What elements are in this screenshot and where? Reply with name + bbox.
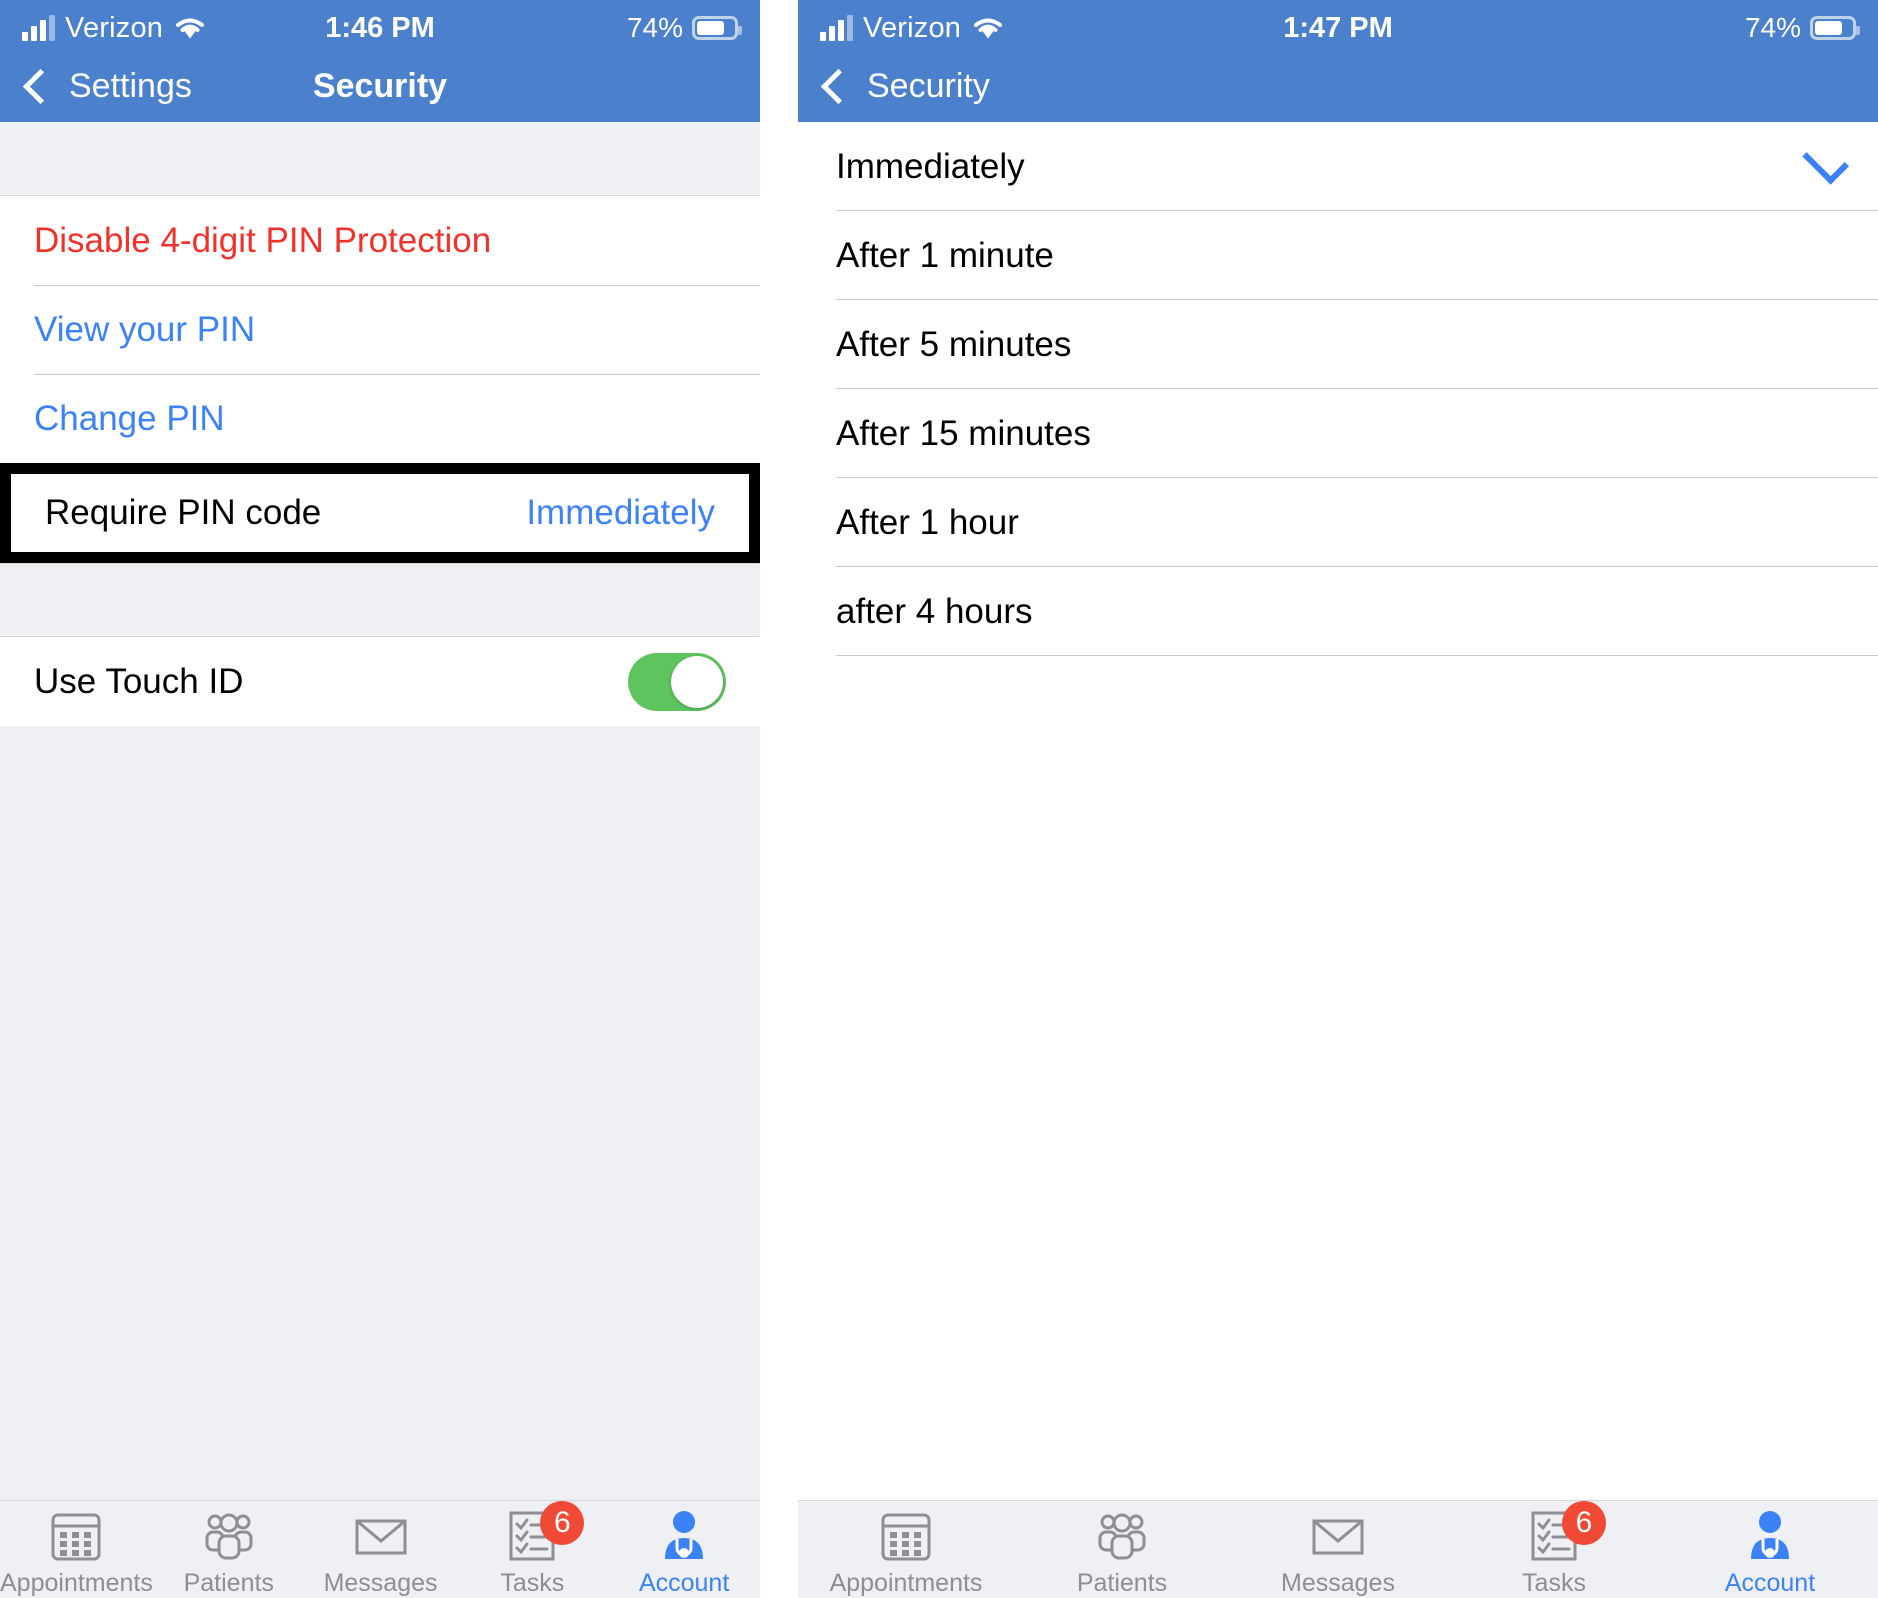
- calendar-icon: [881, 1513, 931, 1561]
- row-label: View your PIN: [34, 309, 256, 349]
- status-left-group: Verizon: [820, 12, 1005, 45]
- right-tab-bar: Appointments Patients Messages 6 Tasks A…: [798, 1500, 1878, 1598]
- left-nav-bar: Settings Security: [0, 56, 760, 122]
- option-label: Immediately: [836, 146, 1025, 186]
- option-label: after 4 hours: [836, 591, 1033, 631]
- toggle-knob: [671, 655, 723, 708]
- back-button-label: Settings: [69, 66, 192, 105]
- left-status-bar: Verizon 1:46 PM 74%: [0, 0, 760, 56]
- tasks-badge: 6: [540, 1501, 585, 1545]
- tab-account[interactable]: Account: [1662, 1507, 1878, 1598]
- option-label: After 1 minute: [836, 235, 1054, 275]
- tab-patients[interactable]: Patients: [1014, 1507, 1230, 1598]
- row-require-pin-code[interactable]: Require PIN code Immediately: [11, 474, 749, 552]
- tab-label: Patients: [183, 1569, 274, 1597]
- option-row-after-15-minutes[interactable]: After 15 minutes: [798, 389, 1878, 478]
- checkmark-icon: [1802, 137, 1849, 185]
- right-status-bar: Verizon 1:47 PM 74%: [798, 0, 1878, 56]
- security-options-group: Disable 4-digit PIN Protection View your…: [0, 196, 760, 463]
- left-tab-bar: Appointments Patients Messages 6 Tasks A…: [0, 1500, 760, 1598]
- back-button-label: Security: [867, 66, 990, 105]
- row-change-pin[interactable]: Change PIN: [0, 374, 760, 463]
- doctor-icon: [1751, 1511, 1789, 1559]
- left-phone-screen: Verizon 1:46 PM 74% Settings Security Di…: [0, 0, 760, 1598]
- option-row-after-5-minutes[interactable]: After 5 minutes: [798, 300, 1878, 389]
- row-label: Change PIN: [34, 398, 225, 438]
- tab-patients[interactable]: Patients: [153, 1507, 305, 1598]
- battery-percent-label: 74%: [1744, 12, 1801, 43]
- group-spacer-top: [0, 122, 760, 196]
- tasks-badge: 6: [1562, 1501, 1606, 1545]
- tab-appointments[interactable]: Appointments: [798, 1507, 1014, 1598]
- option-label: After 15 minutes: [836, 413, 1091, 453]
- option-row-after-4-hours[interactable]: after 4 hours: [798, 567, 1878, 656]
- row-view-your-pin[interactable]: View your PIN: [0, 285, 760, 374]
- envelope-icon: [1312, 1519, 1364, 1555]
- row-label: Require PIN code: [45, 493, 322, 532]
- require-pin-code-highlight: Require PIN code Immediately: [0, 463, 760, 563]
- tab-label: Appointments: [829, 1569, 983, 1597]
- tab-label: Patients: [1076, 1569, 1168, 1597]
- tab-label: Messages: [323, 1569, 438, 1597]
- doctor-icon: [665, 1511, 704, 1559]
- tab-label: Account: [1724, 1569, 1816, 1597]
- tab-messages[interactable]: Messages: [1230, 1507, 1446, 1598]
- people-icon: [205, 1513, 253, 1560]
- screen-divider: [760, 0, 798, 1598]
- battery-icon: [692, 16, 742, 40]
- battery-icon: [1810, 16, 1860, 40]
- tab-appointments[interactable]: Appointments: [0, 1507, 153, 1598]
- option-row-after-1-minute[interactable]: After 1 minute: [798, 211, 1878, 300]
- status-right-group: 74%: [626, 12, 742, 44]
- touch-id-toggle[interactable]: [628, 652, 726, 711]
- screenshot-pair: Verizon 1:46 PM 74% Settings Security Di…: [0, 0, 1878, 1598]
- option-label: After 1 hour: [836, 502, 1019, 542]
- row-disable-pin-protection[interactable]: Disable 4-digit PIN Protection: [0, 196, 760, 285]
- right-nav-bar: Security: [798, 56, 1878, 122]
- tab-label: Account: [638, 1569, 730, 1597]
- back-button[interactable]: Settings: [20, 67, 192, 106]
- tab-account[interactable]: Account: [608, 1507, 760, 1598]
- tab-tasks[interactable]: 6 Tasks: [456, 1501, 608, 1598]
- right-content: Immediately After 1 minute After 5 minut…: [798, 122, 1878, 1500]
- tab-label: Appointments: [0, 1569, 153, 1597]
- wifi-icon: [176, 18, 205, 39]
- group-spacer-middle: [0, 563, 760, 637]
- tab-label: Tasks: [500, 1569, 565, 1597]
- cellular-bars-icon: [820, 15, 853, 41]
- calendar-icon: [51, 1513, 101, 1561]
- envelope-icon: [355, 1519, 407, 1555]
- carrier-label: Verizon: [863, 11, 962, 44]
- touch-id-group: Use Touch ID: [0, 637, 760, 726]
- row-value: Immediately: [526, 493, 715, 532]
- cellular-bars-icon: [22, 15, 55, 41]
- tab-label: Messages: [1281, 1569, 1395, 1597]
- chevron-left-icon: [22, 68, 59, 104]
- battery-percent-label: 74%: [626, 12, 683, 43]
- chevron-left-icon: [820, 68, 857, 104]
- option-row-after-1-hour[interactable]: After 1 hour: [798, 478, 1878, 567]
- row-label: Use Touch ID: [34, 661, 244, 701]
- tab-label: Tasks: [1522, 1569, 1586, 1597]
- status-right-group: 74%: [1744, 12, 1860, 44]
- people-icon: [1098, 1513, 1146, 1560]
- back-button[interactable]: Security: [818, 67, 990, 106]
- carrier-label: Verizon: [65, 11, 164, 44]
- row-use-touch-id[interactable]: Use Touch ID: [0, 637, 760, 726]
- tab-messages[interactable]: Messages: [305, 1507, 457, 1598]
- left-content: Disable 4-digit PIN Protection View your…: [0, 122, 760, 1500]
- right-phone-screen: Verizon 1:47 PM 74% Security Immediately…: [798, 0, 1878, 1598]
- tab-tasks[interactable]: 6 Tasks: [1446, 1501, 1662, 1598]
- status-left-group: Verizon: [22, 12, 207, 45]
- option-label: After 5 minutes: [836, 324, 1072, 364]
- option-row-immediately[interactable]: Immediately: [798, 122, 1878, 211]
- wifi-icon: [974, 18, 1003, 39]
- row-label: Disable 4-digit PIN Protection: [34, 220, 492, 260]
